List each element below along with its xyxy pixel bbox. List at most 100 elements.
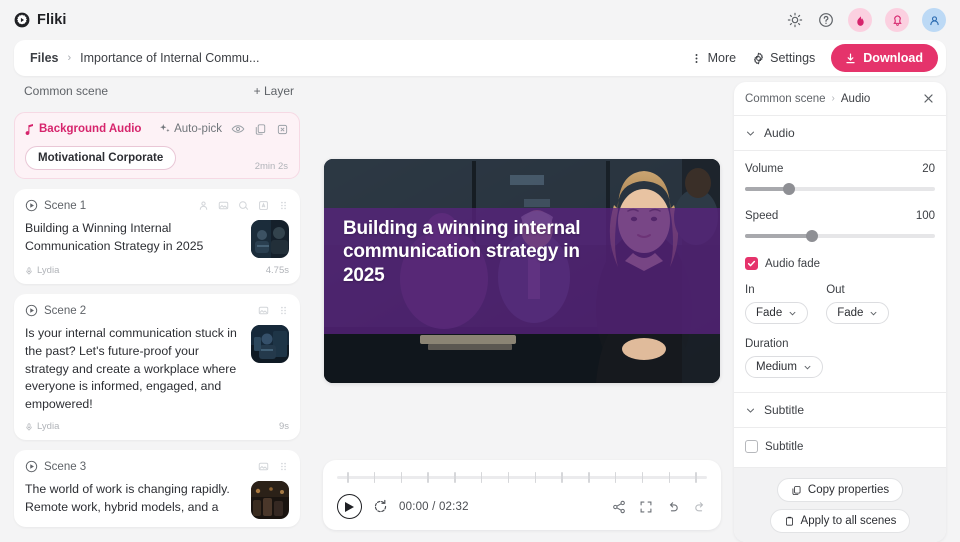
- add-layer-label: + Layer: [253, 84, 294, 98]
- image-icon[interactable]: [258, 305, 269, 316]
- play-button[interactable]: [337, 494, 362, 519]
- breadcrumb-title[interactable]: Importance of Internal Commu...: [80, 51, 259, 65]
- scene-thumbnail[interactable]: [251, 220, 289, 258]
- speed-slider-knob[interactable]: [805, 230, 818, 242]
- help-icon[interactable]: [817, 11, 835, 29]
- sparkle-icon: [159, 123, 171, 135]
- fade-out-group: Out Fade: [826, 284, 890, 324]
- download-button[interactable]: Download: [831, 44, 938, 72]
- audio-fade-checkbox[interactable]: [745, 257, 758, 270]
- text-box-icon[interactable]: [258, 200, 269, 211]
- redo-icon[interactable]: [693, 500, 707, 514]
- play-circle-icon[interactable]: [25, 460, 38, 473]
- scene-card[interactable]: Scene 1 Building a Winning Internal Comm…: [14, 189, 300, 284]
- scene-voice[interactable]: Lydia: [25, 421, 59, 432]
- scene-icon-row: [258, 305, 289, 316]
- fade-in-select[interactable]: Fade: [745, 302, 809, 324]
- scene-body: Building a Winning Internal Communicatio…: [25, 220, 289, 258]
- fullscreen-icon[interactable]: [639, 500, 653, 514]
- person-icon[interactable]: [198, 200, 209, 211]
- app-logo[interactable]: Fliki: [14, 12, 67, 28]
- copy-properties-button[interactable]: Copy properties: [776, 478, 904, 502]
- flame-icon[interactable]: [848, 8, 872, 32]
- bell-icon[interactable]: [885, 8, 909, 32]
- timeline-tick: [507, 471, 510, 483]
- volume-slider-knob[interactable]: [782, 183, 795, 195]
- scene-title: Scene 3: [44, 460, 87, 473]
- scene-voice[interactable]: Lydia: [25, 265, 59, 276]
- fliki-editor: Fliki Files › Importance of Internal Com…: [0, 0, 960, 542]
- scene-icon-row: [198, 200, 289, 211]
- subtitle-checkbox[interactable]: [745, 440, 758, 453]
- top-bar: Fliki: [0, 0, 960, 40]
- auto-pick-button[interactable]: Auto-pick: [159, 123, 222, 135]
- properties-header: Common scene › Audio: [734, 82, 946, 116]
- scene-thumbnail[interactable]: [251, 481, 289, 520]
- copy-properties-label: Copy properties: [807, 484, 890, 496]
- speed-value: 100: [915, 210, 935, 222]
- player-controls: 00:00 / 02:32: [323, 460, 721, 530]
- timeline-tick: [480, 471, 483, 483]
- scene-header: Scene 1: [25, 199, 289, 212]
- image-icon[interactable]: [258, 461, 269, 472]
- more-button[interactable]: More: [682, 46, 744, 70]
- background-audio-card[interactable]: Background Audio Auto-pick Motivational …: [14, 112, 300, 179]
- properties-crumb-parent[interactable]: Common scene: [745, 93, 826, 105]
- speech-bubble-icon[interactable]: [238, 200, 249, 211]
- subtitle-checkbox-row[interactable]: Subtitle: [745, 440, 935, 453]
- duration-select[interactable]: Medium: [745, 356, 823, 378]
- drag-handle-icon[interactable]: [278, 200, 289, 211]
- breadcrumb-separator: ›: [67, 52, 72, 64]
- play-circle-icon[interactable]: [25, 199, 38, 212]
- drag-handle-icon[interactable]: [278, 461, 289, 472]
- speed-slider[interactable]: [745, 229, 935, 243]
- delete-icon[interactable]: [276, 123, 289, 136]
- subtitle-section-header[interactable]: Subtitle: [734, 393, 946, 428]
- scene-text[interactable]: Building a Winning Internal Communicatio…: [25, 220, 241, 256]
- image-icon[interactable]: [218, 200, 229, 211]
- volume-slider[interactable]: [745, 182, 935, 196]
- undo-icon[interactable]: [666, 500, 680, 514]
- play-circle-icon[interactable]: [25, 304, 38, 317]
- audio-fade-label: Audio fade: [765, 257, 820, 270]
- copy-icon[interactable]: [254, 123, 267, 136]
- fade-out-value: Fade: [837, 307, 864, 319]
- clipboard-icon: [784, 516, 795, 527]
- audio-fade-checkbox-row[interactable]: Audio fade: [745, 257, 935, 270]
- apply-to-all-scenes-button[interactable]: Apply to all scenes: [769, 509, 911, 533]
- eye-icon[interactable]: [231, 122, 245, 136]
- audio-section-header[interactable]: Audio: [734, 116, 946, 151]
- sun-icon[interactable]: [786, 11, 804, 29]
- background-audio-track-pill[interactable]: Motivational Corporate: [25, 146, 177, 170]
- scene-title: Scene 2: [44, 304, 87, 317]
- topbar-actions: [786, 8, 946, 32]
- timeline-scrubber[interactable]: [337, 470, 707, 484]
- timeline-tick: [561, 471, 563, 483]
- fade-in-group: In Fade: [745, 284, 809, 324]
- fade-out-label: Out: [826, 284, 845, 296]
- music-note-icon: [25, 123, 34, 135]
- fade-out-select[interactable]: Fade: [826, 302, 890, 324]
- avatar-icon[interactable]: [922, 8, 946, 32]
- breadcrumb-root[interactable]: Files: [30, 51, 59, 65]
- scene-card[interactable]: Scene 3 The world of work is changing ra…: [14, 450, 300, 528]
- scene-title-group: Scene 2: [25, 304, 86, 317]
- scene-duration: 9s: [278, 421, 289, 433]
- scene-card[interactable]: Scene 2 Is your internal communication s…: [14, 294, 300, 441]
- speed-slider-fill: [745, 234, 812, 238]
- duration-label: Duration: [745, 338, 789, 350]
- close-icon[interactable]: [922, 92, 935, 105]
- video-preview[interactable]: Building a winning internal communicatio…: [324, 159, 720, 383]
- scene-text[interactable]: Is your internal communication stuck in …: [25, 325, 241, 414]
- duration-value: Medium: [756, 361, 797, 373]
- scene-body: The world of work is changing rapidly. R…: [25, 481, 289, 520]
- scene-text[interactable]: The world of work is changing rapidly. R…: [25, 481, 241, 517]
- add-layer-button[interactable]: + Layer: [254, 84, 294, 98]
- timeline-tick: [614, 471, 617, 483]
- share-icon[interactable]: [612, 500, 626, 514]
- scene-thumbnail[interactable]: [251, 325, 289, 363]
- settings-button[interactable]: Settings: [744, 46, 823, 70]
- replay-icon[interactable]: [373, 499, 388, 514]
- drag-handle-icon[interactable]: [278, 305, 289, 316]
- background-audio-title-group: Background Audio: [25, 123, 141, 135]
